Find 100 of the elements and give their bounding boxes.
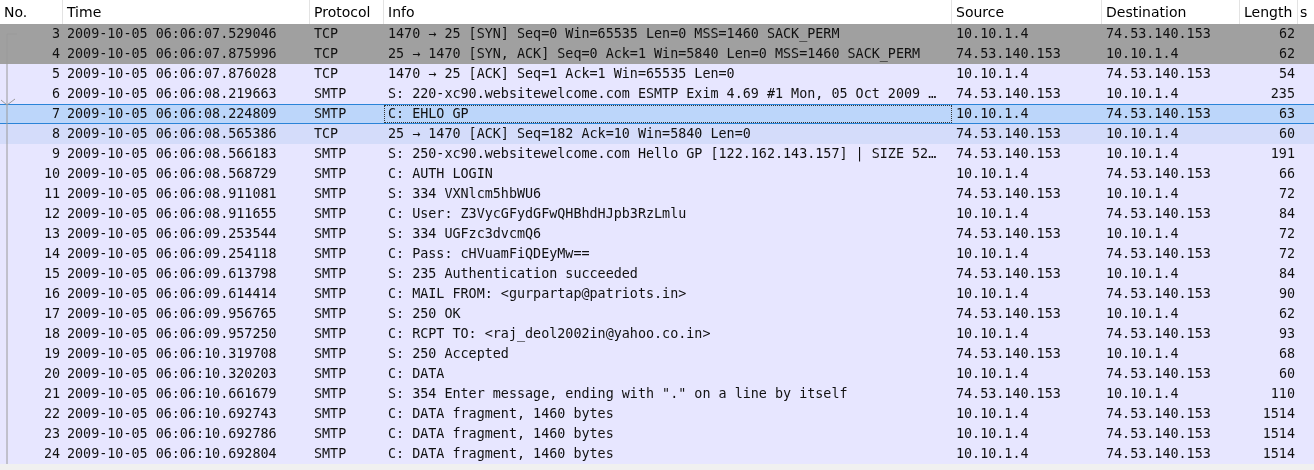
table-cell-text: 14: [43, 245, 60, 263]
packet-row[interactable]: 14 2009-10-05 06:06:09.254118 SMTP C: Pass: cHVuamFiQDEyMw== 10.10.1.4 74.53.140.153 72: [0, 244, 1314, 264]
packet-row[interactable]: 20 2009-10-05 06:06:10.320203 SMTP C: DATA 10.10.1.4 74.53.140.153 60: [0, 364, 1314, 384]
table-cell-text: 12: [43, 205, 60, 223]
table-cell-text: 2009-10-05 06:06:09.254118: [67, 245, 277, 263]
table-cell-text: 10.10.1.4: [1106, 45, 1179, 63]
table-cell-text: TCP: [314, 125, 339, 143]
table-cell: 63: [1278, 105, 1295, 123]
table-cell-text: TCP: [314, 25, 339, 43]
table-cell-text: 74.53.140.153: [956, 305, 1061, 323]
packet-row[interactable]: 19 2009-10-05 06:06:10.319708 SMTP S: 250 Accepted 74.53.140.153 10.10.1.4 68: [0, 344, 1314, 364]
table-cell-text: 2009-10-05 06:06:09.613798: [67, 265, 277, 283]
table-cell-text: SMTP: [314, 165, 347, 183]
table-cell-text: C: MAIL FROM: <gurpartap@patriots.in>: [388, 285, 687, 303]
table-cell-text: 13: [43, 225, 60, 243]
packet-row[interactable]: 5 2009-10-05 06:06:07.876028 TCP 1470 → 25 [ACK] Seq=1 Ack=1 Win=65535 Len=0 10.10.1.4 74.53.140.153 54: [0, 64, 1314, 84]
table-cell-text: 1514: [1262, 425, 1295, 443]
table-cell-text: SMTP: [314, 425, 347, 443]
table-cell-text: 10.10.1.4: [1106, 185, 1179, 203]
packet-row[interactable]: 12 2009-10-05 06:06:08.911655 SMTP C: User: Z3VycGFydGFwQHBhdHJpb3RzLmlu 10.10.1.4 74.53.140.153 84: [0, 204, 1314, 224]
table-cell-text: 16: [43, 285, 60, 303]
table-cell-text: SMTP: [314, 305, 347, 323]
table-cell-text: 191: [1270, 145, 1295, 163]
table-cell-text: 1470 → 25 [ACK] Seq=1 Ack=1 Win=65535 Len=0: [388, 65, 735, 83]
packet-row[interactable]: 18 2009-10-05 06:06:09.957250 SMTP C: RCPT TO: <raj_deol2002in@yahoo.co.in> 10.10.1.4 74.53.140.153 93: [0, 324, 1314, 344]
table-cell-text: 74.53.140.153: [956, 45, 1061, 63]
table-cell-text: 74.53.140.153: [1106, 425, 1211, 443]
table-cell-text: C: DATA: [388, 365, 445, 383]
column-header[interactable]: s: [1298, 0, 1314, 24]
table-cell-text: S: 334 VXNlcm5hbWU6: [388, 185, 542, 203]
packet-row[interactable]: 22 2009-10-05 06:06:10.692743 SMTP C: DATA fragment, 1460 bytes 10.10.1.4 74.53.140.153 1514: [0, 404, 1314, 424]
table-cell-text: 10.10.1.4: [1106, 85, 1179, 103]
packet-row[interactable]: 16 2009-10-05 06:06:09.614414 SMTP C: MAIL FROM: <gurpartap@patriots.in> 10.10.1.4 74.53.140.153 90: [0, 284, 1314, 304]
packet-row[interactable]: 11 2009-10-05 06:06:08.911081 SMTP S: 334 VXNlcm5hbWU6 74.53.140.153 10.10.1.4 72: [0, 184, 1314, 204]
table-cell-text: 23: [43, 425, 60, 443]
packet-row[interactable]: 8 2009-10-05 06:06:08.565386 TCP 25 → 1470 [ACK] Seq=182 Ack=10 Win=5840 Len=0 74.53.140.153 10.10.1.4 60: [0, 124, 1314, 144]
table-cell-text: 10.10.1.4: [956, 445, 1029, 463]
table-cell-text: SMTP: [314, 85, 347, 103]
packet-row[interactable]: 10 2009-10-05 06:06:08.568729 SMTP C: AUTH LOGIN 10.10.1.4 74.53.140.153 66: [0, 164, 1314, 184]
table-cell-text: 62: [1278, 305, 1295, 323]
table-cell-text: 74.53.140.153: [1106, 65, 1211, 83]
table-cell-text: 74.53.140.153: [956, 385, 1061, 403]
table-cell-text: SMTP: [314, 145, 347, 163]
packet-row[interactable]: 4 2009-10-05 06:06:07.875996 TCP 25 → 1470 [SYN, ACK] Seq=0 Ack=1 Win=5840 Len=0 MSS=1460 SACK_PERM 74.53.140.153 10.10.1.4 62: [0, 44, 1314, 64]
table-cell-text: C: RCPT TO: <raj_deol2002in@yahoo.co.in>: [388, 325, 711, 344]
table-cell: 7: [51, 105, 60, 123]
packet-row[interactable]: 13 2009-10-05 06:06:09.253544 SMTP S: 334 UGFzc3dvcmQ6 74.53.140.153 10.10.1.4 72: [0, 224, 1314, 244]
table-cell-text: SMTP: [314, 245, 347, 263]
table-cell-text: 10.10.1.4: [956, 425, 1029, 443]
packet-row[interactable]: 9 2009-10-05 06:06:08.566183 SMTP S: 250-xc90.websitewelcome.com Hello GP [122.162.143.157] | SIZE 52… 74.53.140.153 10.10.1.4 191: [0, 144, 1314, 164]
table-cell-text: 10.10.1.4: [956, 285, 1029, 303]
table-cell-text: S: 220-xc90.websitewelcome.com ESMTP Exim 4.69 #1 Mon, 05 Oct 2009 …: [388, 85, 937, 103]
packet-row[interactable]: 21 2009-10-05 06:06:10.661679 SMTP S: 354 Enter message, ending with "." on a line by itself 74.53.140.153 10.10.1.4 110: [0, 384, 1314, 404]
table-cell-text: 74.53.140.153: [956, 185, 1061, 203]
table-cell-text: 1470 → 25 [SYN] Seq=0 Win=65535 Len=0 MSS=1460 SACK_PERM: [388, 25, 840, 44]
table-cell-text: 20: [43, 365, 60, 383]
packet-row[interactable]: 24 2009-10-05 06:06:10.692804 SMTP C: DATA fragment, 1460 bytes 10.10.1.4 74.53.140.153 1514: [0, 444, 1314, 464]
table-cell: SMTP: [314, 105, 347, 123]
table-cell-text: 60: [1278, 125, 1295, 143]
packet-row[interactable]: 6 2009-10-05 06:06:08.219663 SMTP S: 220-xc90.websitewelcome.com ESMTP Exim 4.69 #1 Mon, 05 Oct 2009 … 74.53.140.153 10.10.1.4 235: [0, 84, 1314, 104]
table-cell-text: SMTP: [314, 365, 347, 383]
table-cell-text: 15: [43, 265, 60, 283]
table-cell-text: S: 334 UGFzc3dvcmQ6: [388, 225, 542, 243]
table-cell-text: 10.10.1.4: [1106, 345, 1179, 363]
table-cell-text: 74.53.140.153: [1106, 365, 1211, 383]
table-cell-text: 9: [51, 145, 60, 163]
table-cell-text: 74.53.140.153: [1106, 285, 1211, 303]
table-cell-text: 10.10.1.4: [956, 365, 1029, 383]
table-cell-text: 74.53.140.153: [956, 225, 1061, 243]
packet-row[interactable]: 3 2009-10-05 06:06:07.529046 TCP 1470 → 25 [SYN] Seq=0 Win=65535 Len=0 MSS=1460 SACK_PERM 10.10.1.4 74.53.140.153 62: [0, 24, 1314, 44]
table-cell-text: 2009-10-05 06:06:09.957250: [67, 325, 277, 343]
table-cell-text: SMTP: [314, 265, 347, 283]
table-cell-text: 2009-10-05 06:06:09.956765: [67, 305, 277, 323]
table-cell-text: 10.10.1.4: [1106, 305, 1179, 323]
table-cell-text: 74.53.140.153: [956, 145, 1061, 163]
table-cell-text: 10: [43, 165, 60, 183]
table-cell-text: 74.53.140.153: [1106, 445, 1211, 463]
table-cell-text: 4: [51, 45, 60, 63]
table-cell-text: 10.10.1.4: [956, 165, 1029, 183]
table-cell-text: 2009-10-05 06:06:08.565386: [67, 125, 277, 143]
table-cell-text: 6: [51, 85, 60, 103]
table-cell-text: 74.53.140.153: [956, 85, 1061, 103]
packet-row[interactable]: 7 2009-10-05 06:06:08.224809 SMTP C: EHLO GP 10.10.1.4 74.53.140.153 63: [0, 104, 1314, 124]
table-cell-text: 72: [1278, 225, 1295, 243]
table-cell-text: 74.53.140.153: [956, 265, 1061, 283]
table-cell-text: 60: [1278, 365, 1295, 383]
table-cell-text: 2009-10-05 06:06:10.692804: [67, 445, 277, 463]
table-cell-text: 10.10.1.4: [956, 405, 1029, 423]
table-cell-text: S: 250 Accepted: [388, 345, 509, 363]
table-cell-text: C: DATA fragment, 1460 bytes: [388, 445, 614, 463]
table-cell-text: 1514: [1262, 405, 1295, 423]
packet-row[interactable]: 15 2009-10-05 06:06:09.613798 SMTP S: 235 Authentication succeeded 74.53.140.153 10.10.1.4 84: [0, 264, 1314, 284]
packet-row[interactable]: 23 2009-10-05 06:06:10.692786 SMTP C: DATA fragment, 1460 bytes 10.10.1.4 74.53.140.153 1514: [0, 424, 1314, 444]
table-cell-text: 62: [1278, 45, 1295, 63]
table-cell-text: 2009-10-05 06:06:07.876028: [67, 65, 277, 83]
table-cell-text: 74.53.140.153: [1106, 25, 1211, 43]
packet-row[interactable]: 17 2009-10-05 06:06:09.956765 SMTP S: 250 OK 74.53.140.153 10.10.1.4 62: [0, 304, 1314, 324]
table-cell-text: 235: [1270, 85, 1295, 103]
table-cell-text: C: DATA fragment, 1460 bytes: [388, 405, 614, 423]
table-cell-text: 74.53.140.153: [1106, 405, 1211, 423]
